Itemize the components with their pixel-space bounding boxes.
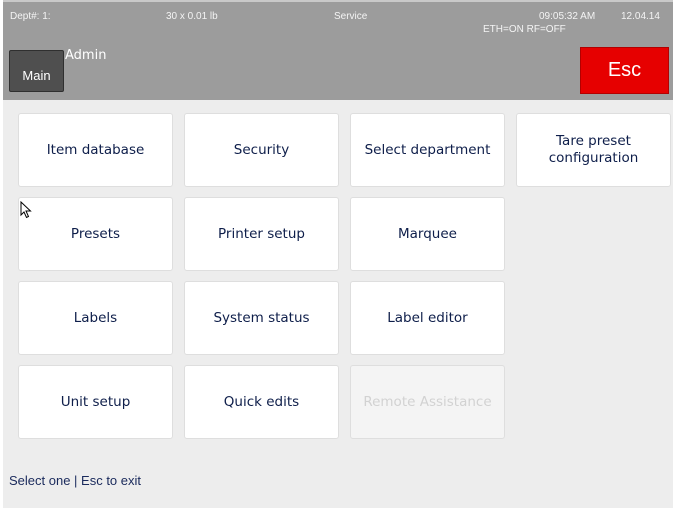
esc-button[interactable]: Esc	[580, 47, 669, 94]
select-department-button[interactable]: Select department	[350, 113, 505, 187]
mode-status: Service	[334, 11, 368, 22]
label-editor-button[interactable]: Label editor	[350, 281, 505, 355]
item-database-button[interactable]: Item database	[18, 113, 173, 187]
tare-preset-label-line-1: Tare preset	[556, 133, 631, 149]
menu-area: Item database Security Select department…	[3, 100, 673, 508]
remote-assistance-button: Remote Assistance	[350, 365, 505, 439]
unit-setup-button[interactable]: Unit setup	[18, 365, 173, 439]
mouse-pointer-icon	[20, 201, 32, 219]
labels-button[interactable]: Labels	[18, 281, 173, 355]
empty-slot	[516, 197, 671, 271]
clock-time: 09:05:32 AM	[539, 11, 596, 22]
top-divider	[3, 0, 673, 2]
top-bar: Dept#: 1: 30 x 0.01 lb Service 09:05:32 …	[3, 0, 673, 100]
footer-hint: Select one | Esc to exit	[9, 473, 141, 488]
menu-grid: Item database Security Select department…	[18, 113, 671, 439]
presets-button[interactable]: Presets	[18, 197, 173, 271]
network-status: ETH=ON RF=OFF	[483, 24, 566, 35]
empty-slot	[516, 365, 671, 439]
main-button[interactable]: Main	[9, 50, 64, 92]
printer-setup-button[interactable]: Printer setup	[184, 197, 339, 271]
system-status-button[interactable]: System status	[184, 281, 339, 355]
empty-slot	[516, 281, 671, 355]
security-button[interactable]: Security	[184, 113, 339, 187]
marquee-button[interactable]: Marquee	[350, 197, 505, 271]
units-status: 30 x 0.01 lb	[166, 11, 218, 22]
clock-date: 12.04.14	[621, 11, 660, 22]
tare-preset-label-line-2: configuration	[548, 150, 639, 166]
scale-screen: Dept#: 1: 30 x 0.01 lb Service 09:05:32 …	[3, 0, 673, 508]
user-label: Admin	[65, 48, 107, 63]
quick-edits-button[interactable]: Quick edits	[184, 365, 339, 439]
department-status: Dept#: 1:	[10, 11, 51, 22]
tare-preset-configuration-button[interactable]: Tare preset configuration	[516, 113, 671, 187]
